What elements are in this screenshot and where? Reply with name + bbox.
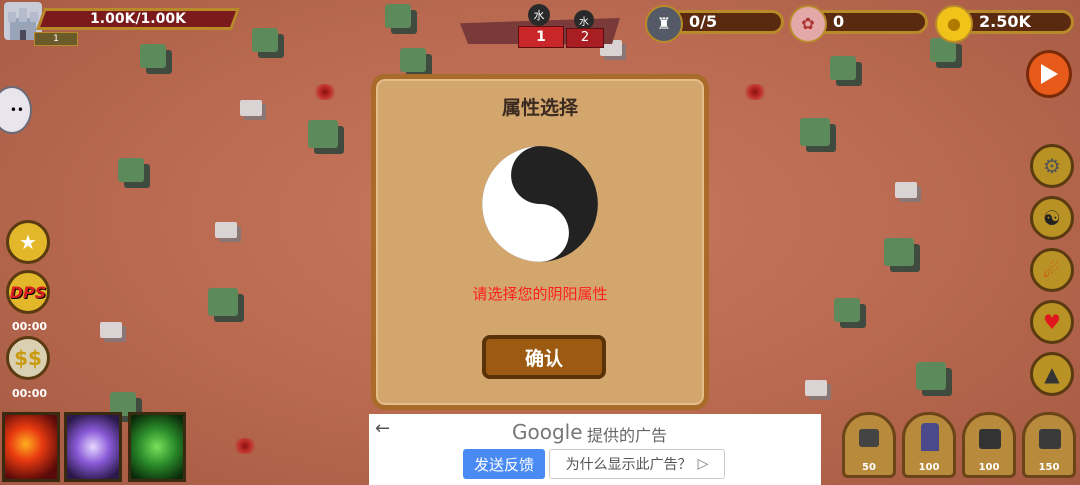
gold-count: 2.50K	[979, 12, 1031, 31]
confirm-button[interactable]: 确认	[482, 335, 606, 379]
dps-timer: 00:00	[12, 320, 48, 333]
cannon-icon: ▲	[1044, 362, 1060, 386]
gold-display: ● 2.50K	[935, 5, 1074, 43]
settings-button[interactable]: ⚙	[1030, 144, 1074, 188]
fire-skill-button[interactable]	[2, 412, 60, 482]
heart-button[interactable]: ♥	[1030, 300, 1074, 344]
magic-tower-icon	[921, 423, 939, 451]
rock	[215, 222, 237, 238]
bush	[118, 158, 144, 182]
tower-count-display: ♜ 0/5	[645, 5, 784, 43]
fireball-icon: ☄	[1043, 258, 1061, 282]
yin-yang-button[interactable]: ☯	[1030, 196, 1074, 240]
coin-bonus-button[interactable]: ★	[6, 220, 50, 264]
bush	[916, 362, 946, 390]
tower-cost: 100	[978, 462, 1000, 473]
heart-icon: ♥	[1043, 310, 1061, 334]
bush	[385, 4, 411, 28]
wave-element-icon-2: 水	[574, 10, 594, 30]
gem-display: ✿ 0	[789, 5, 928, 43]
why-this-ad-label: 为什么显示此广告？	[565, 457, 692, 473]
rock	[100, 322, 122, 338]
tower-shop-slot-2[interactable]: 100	[902, 412, 956, 478]
money-icon: $$	[14, 346, 42, 370]
money-boost-button[interactable]: $$	[6, 336, 50, 380]
wave-number-2: 2	[566, 28, 604, 48]
rock	[805, 380, 827, 396]
dps-label: DPS	[9, 282, 47, 302]
base-level-badge: 1	[34, 32, 78, 46]
bush	[308, 120, 338, 148]
rock	[240, 100, 262, 116]
tower-cost: 100	[918, 462, 940, 473]
enemy-spawn-marker	[742, 84, 768, 100]
tower-cost: 150	[1038, 462, 1060, 473]
fireball-button[interactable]: ☄	[1030, 248, 1074, 292]
yin-yang-icon: ☯	[1043, 206, 1061, 230]
chat-icon: ••	[9, 103, 24, 117]
bush	[830, 56, 856, 80]
bush	[140, 44, 166, 68]
tower-cost: 50	[862, 462, 876, 473]
tower-icon: ♜	[645, 5, 683, 43]
play-icon	[1041, 64, 1058, 84]
wave-number-1: 1	[518, 26, 564, 48]
base-health-text: 1.00K/1.00K	[90, 11, 186, 27]
enemy-spawn-marker	[312, 84, 338, 100]
ad-provided-text: 提供的广告	[587, 426, 668, 445]
lightning-skill-button[interactable]	[64, 412, 122, 482]
gem-icon: ✿	[789, 5, 827, 43]
nature-skill-button[interactable]	[128, 412, 186, 482]
gear-icon: ⚙	[1043, 154, 1061, 178]
back-arrow-icon[interactable]: ←	[375, 418, 390, 439]
confirm-label: 确认	[524, 347, 563, 370]
bush	[884, 238, 914, 266]
ad-choices-icon: ▷	[697, 456, 709, 472]
bush	[800, 118, 830, 146]
google-logo: Google	[512, 420, 583, 444]
tower-shop-slot-3[interactable]: 100	[962, 412, 1016, 478]
tower-count: 0/5	[689, 12, 718, 31]
gem-count: 0	[833, 12, 845, 31]
wave-element-1: 水	[533, 9, 545, 22]
enemy-spawn-marker	[232, 438, 258, 454]
why-this-ad-button[interactable]: 为什么显示此广告？ ▷	[549, 449, 725, 479]
heavy-tower-icon	[1039, 429, 1061, 449]
money-timer: 00:00	[12, 387, 48, 400]
base-level: 1	[53, 34, 59, 44]
tower-build-button[interactable]: ▲	[1030, 352, 1074, 396]
ad-banner: ← Google 提供的广告 发送反馈 为什么显示此广告？ ▷	[369, 414, 821, 485]
wave-element-2: 水	[579, 16, 589, 28]
rock	[895, 182, 917, 198]
tower-shop-slot-1[interactable]: 50	[842, 412, 896, 478]
bush	[400, 48, 426, 72]
bush	[834, 298, 860, 322]
dialog-message: 请选择您的阴阳属性	[472, 285, 608, 303]
wave-element-icon-1: 水	[528, 4, 550, 26]
bush	[208, 288, 238, 316]
dps-boost-button[interactable]: DPS	[6, 270, 50, 314]
send-feedback-label: 发送反馈	[473, 455, 534, 474]
attribute-select-dialog: 属性选择 请选择您的阴阳属性 确认	[371, 74, 709, 410]
dark-tower-icon	[979, 429, 1001, 449]
gold-coin-icon: ●	[935, 5, 973, 43]
bush	[252, 28, 278, 52]
cannon-tower-icon	[859, 429, 879, 447]
send-feedback-button[interactable]: 发送反馈	[463, 449, 545, 479]
coin-star-icon: ★	[19, 230, 37, 254]
dialog-title: 属性选择	[501, 97, 578, 119]
yin-yang-symbol[interactable]	[481, 145, 599, 263]
tower-shop-slot-4[interactable]: 150	[1022, 412, 1076, 478]
play-button[interactable]	[1026, 50, 1072, 98]
